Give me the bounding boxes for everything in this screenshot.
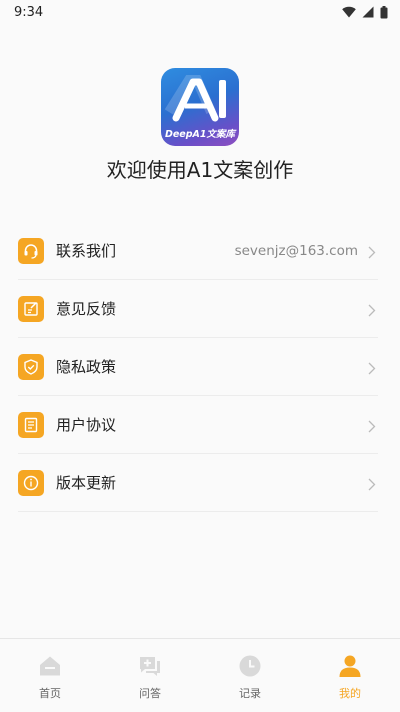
logo-text: DeepA1文案库 — [164, 129, 236, 140]
info-icon — [18, 469, 44, 496]
menu-item-label: 隐私政策 — [56, 358, 117, 376]
tab-label: 我的 — [339, 687, 361, 700]
headset-icon — [18, 237, 44, 264]
status-bar: 9:34 — [0, 0, 400, 24]
chevron-right-icon — [368, 302, 376, 321]
chevron-right-icon — [368, 418, 376, 437]
menu-item-user-agreement[interactable]: 用户协议 — [18, 396, 378, 454]
status-icons — [342, 5, 388, 19]
welcome-title: 欢迎使用A1文案创作 — [106, 158, 294, 182]
app-logo: DeepA1文案库 — [161, 68, 239, 146]
tab-mine[interactable]: 我的 — [300, 639, 400, 712]
feedback-edit-icon — [18, 295, 44, 322]
user-icon — [337, 653, 363, 679]
shield-check-icon — [18, 353, 44, 380]
signal-icon — [362, 6, 374, 18]
tab-label: 记录 — [239, 687, 261, 700]
status-time: 9:34 — [14, 4, 44, 20]
tab-label: 首页 — [39, 687, 61, 700]
tab-label: 问答 — [139, 687, 161, 700]
settings-menu: 联系我们 sevenjz@163.com 意见反馈 隐私政策 用户协议 版本更新 — [18, 222, 378, 512]
menu-item-feedback[interactable]: 意见反馈 — [18, 280, 378, 338]
bottom-tab-bar: 首页 问答 记录 我的 — [0, 638, 400, 712]
menu-item-version-update[interactable]: 版本更新 — [18, 454, 378, 512]
chevron-right-icon — [368, 244, 376, 263]
chevron-right-icon — [368, 360, 376, 379]
battery-icon — [380, 5, 388, 19]
menu-item-privacy[interactable]: 隐私政策 — [18, 338, 378, 396]
wifi-icon — [342, 6, 356, 18]
menu-item-label: 联系我们 — [56, 242, 117, 260]
document-icon — [18, 411, 44, 438]
tab-records[interactable]: 记录 — [200, 639, 300, 712]
clock-icon — [237, 653, 263, 679]
tab-qa[interactable]: 问答 — [100, 639, 200, 712]
home-icon — [37, 653, 63, 679]
menu-item-label: 用户协议 — [56, 416, 117, 434]
menu-item-contact[interactable]: 联系我们 sevenjz@163.com — [18, 222, 378, 280]
chevron-right-icon — [368, 476, 376, 495]
menu-item-label: 意见反馈 — [56, 300, 117, 318]
tab-home[interactable]: 首页 — [0, 639, 100, 712]
contact-email: sevenjz@163.com — [234, 242, 358, 259]
chat-plus-icon — [137, 653, 163, 679]
menu-item-label: 版本更新 — [56, 474, 117, 492]
